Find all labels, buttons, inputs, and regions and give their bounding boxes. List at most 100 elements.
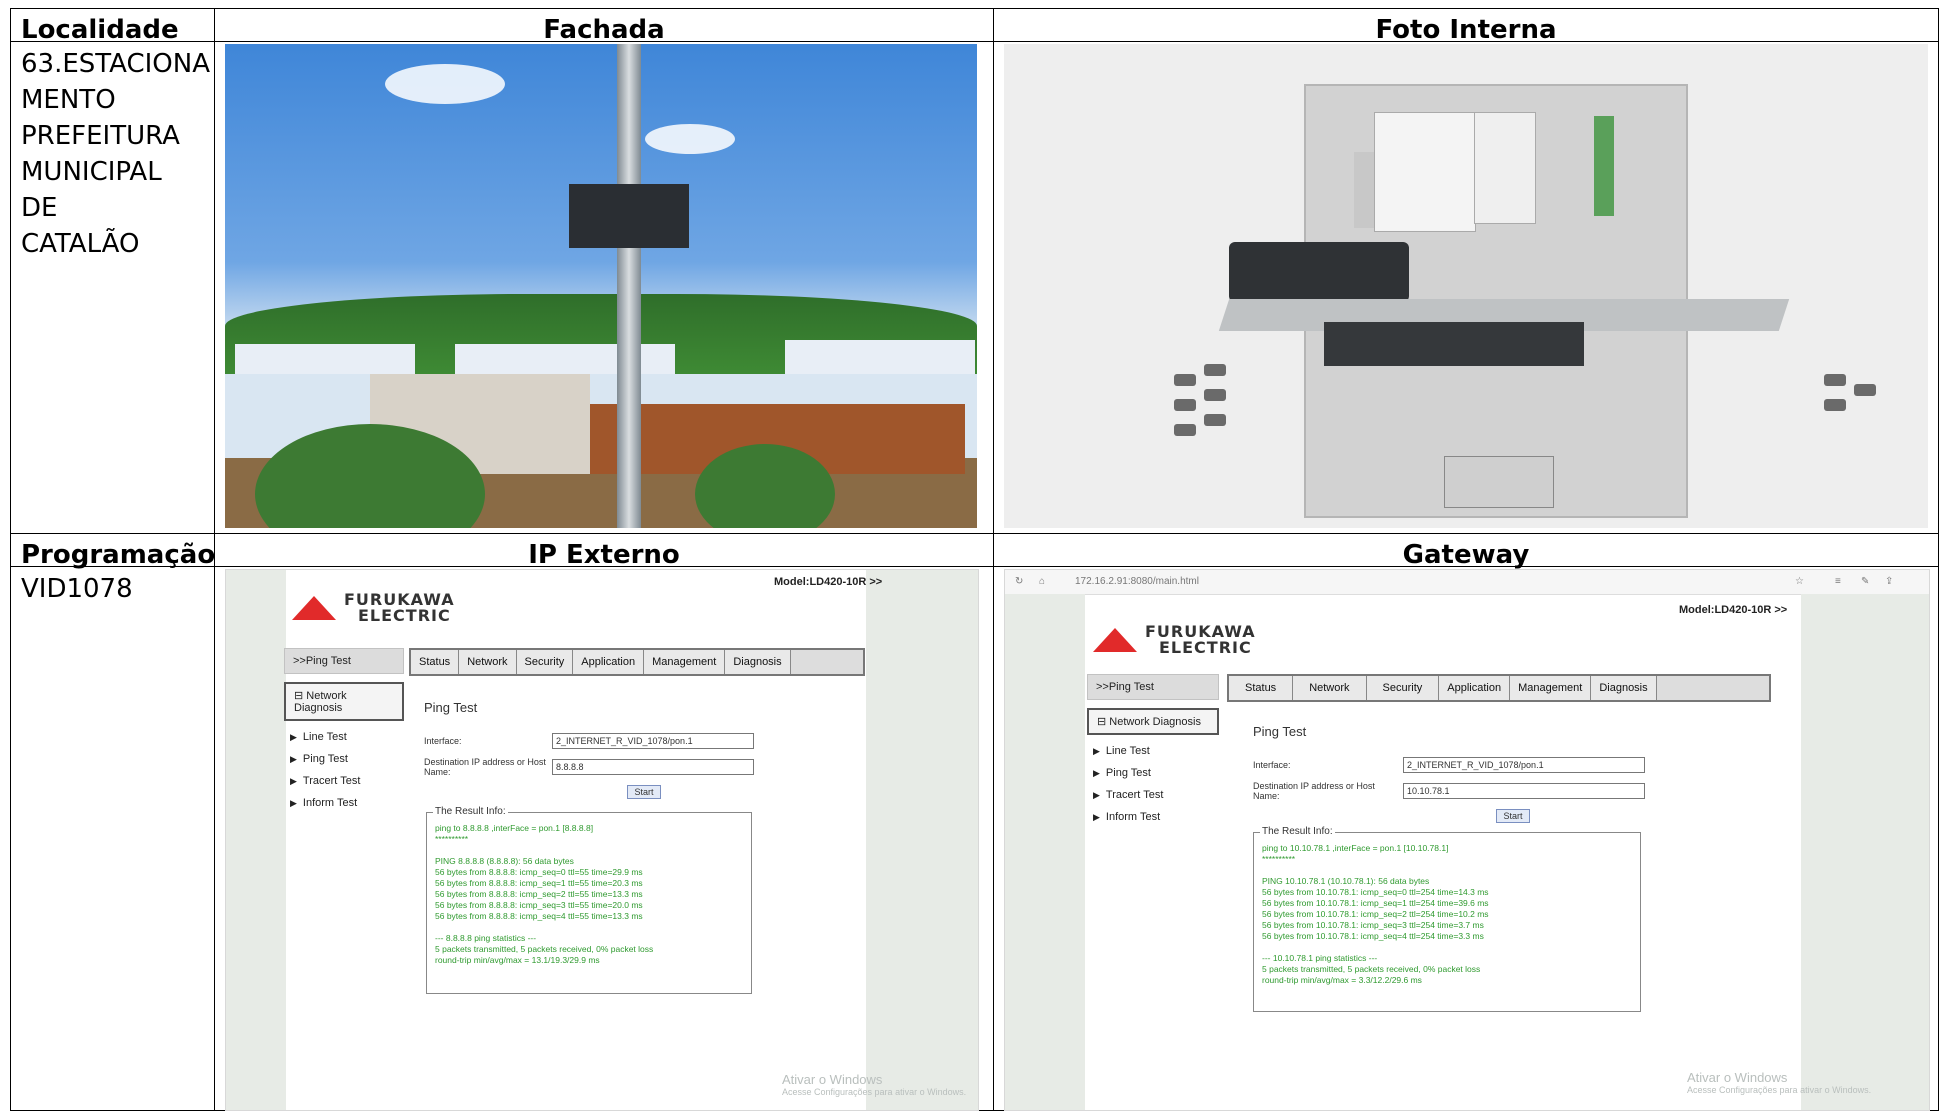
header-fachada: Fachada [214,8,994,45]
result-line [1262,865,1632,875]
result-line: --- 10.10.78.1 ping statistics --- [1262,953,1378,963]
nav-tracert-test[interactable]: Tracert Test [290,775,404,787]
result-line: ********** [1262,854,1296,864]
nav-tracert-test[interactable]: Tracert Test [1093,789,1219,801]
share-icon[interactable]: ⇪ [1885,576,1893,587]
panel-title: Ping Test [424,700,478,715]
model-label[interactable]: Model:LD420-10R >> [774,576,882,588]
result-line [1262,942,1632,952]
result-line: PING 10.10.78.1 (10.10.78.1): 56 data by… [1262,876,1430,886]
result-line: 56 bytes from 10.10.78.1: icmp_seq=2 ttl… [1262,909,1489,919]
tab-security[interactable]: Security [1366,676,1440,700]
ping-panel: Ping Test Interface: 2_INTERNET_R_VID_107… [1253,724,1773,823]
result-line: --- 8.8.8.8 ping statistics --- [435,933,537,943]
result-line [435,845,743,855]
result-line: 5 packets transmitted, 5 packets receive… [435,944,654,954]
tab-management[interactable]: Management [1510,676,1592,700]
nav-ping-test[interactable]: Ping Test [1093,767,1219,779]
windows-watermark: Ativar o Windows Acesse Configurações pa… [1687,1070,1872,1095]
result-line: round-trip min/avg/max = 13.1/19.3/29.9 … [435,955,600,965]
left-nav: >>Ping Test ⊟ Network Diagnosis Line Tes… [284,648,404,819]
windows-watermark: Ativar o Windows Acesse Configurações pa… [782,1072,967,1097]
tab-security[interactable]: Security [516,650,574,674]
nav-ping-test[interactable]: Ping Test [290,753,404,765]
cell-gateway: ↻ ⌂ 172.16.2.91:8080/main.html ☆ ≡ ✎ ⇪ F… [993,566,1939,1111]
document-table: Localidade Fachada Foto Interna 63.ESTAC… [10,8,1939,1111]
interface-select[interactable]: 2_INTERNET_R_VID_1078/pon.1 [552,733,754,749]
destination-label: Destination IP address or Host Name: [1253,781,1375,801]
result-line: ********** [435,834,469,844]
nav-line-test[interactable]: Line Test [290,731,404,743]
programacao-value: VID1078 [21,574,133,604]
browser-bar: ↻ ⌂ 172.16.2.91:8080/main.html ☆ ≡ ✎ ⇪ [1005,570,1929,595]
favorite-icon[interactable]: ☆ [1795,576,1804,587]
cell-programacao: VID1078 [10,566,215,1111]
result-line: 56 bytes from 8.8.8.8: icmp_seq=4 ttl=55… [435,911,643,921]
result-line: 56 bytes from 8.8.8.8: icmp_seq=2 ttl=55… [435,889,643,899]
tab-diagnosis[interactable]: Diagnosis [1591,676,1657,700]
start-button[interactable]: Start [627,785,661,799]
ip-externo-screenshot: FURUKAWA ELECTRIC Model:LD420-10R >> >>Pi… [225,569,979,1111]
result-legend: The Result Info: [433,806,508,817]
ping-test-nav[interactable]: >>Ping Test [1087,674,1219,700]
address-bar[interactable]: 172.16.2.91:8080/main.html [1075,576,1199,587]
top-tabs: Status Network Security Application Mana… [409,648,865,676]
result-line: PING 8.8.8.8 (8.8.8.8): 56 data bytes [435,856,574,866]
network-diagnosis-menu[interactable]: ⊟ Network Diagnosis [284,682,404,721]
result-line: 5 packets transmitted, 5 packets receive… [1262,964,1481,974]
nav-line-test[interactable]: Line Test [1093,745,1219,757]
result-line: 56 bytes from 10.10.78.1: icmp_seq=0 ttl… [1262,887,1489,897]
interface-label: Interface: [424,736,462,746]
header-localidade: Localidade [10,8,215,45]
result-line: 56 bytes from 10.10.78.1: icmp_seq=3 ttl… [1262,920,1484,930]
tab-network[interactable]: Network [459,650,517,674]
result-line: 56 bytes from 8.8.8.8: icmp_seq=3 ttl=55… [435,900,643,910]
destination-input[interactable]: 8.8.8.8 [552,759,754,775]
fachada-photo [225,44,977,528]
tab-diagnosis[interactable]: Diagnosis [725,650,791,674]
nav-inform-test[interactable]: Inform Test [290,797,404,809]
header-foto-interna: Foto Interna [993,8,1939,45]
result-legend: The Result Info: [1260,826,1335,837]
cell-foto-interna [993,41,1939,534]
nav-inform-test[interactable]: Inform Test [1093,811,1219,823]
start-button[interactable]: Start [1496,809,1530,823]
result-line: round-trip min/avg/max = 3.3/12.2/29.6 m… [1262,975,1422,985]
tab-status[interactable]: Status [411,650,460,674]
panel-title: Ping Test [1253,724,1307,739]
result-line [435,922,743,932]
cell-localidade: 63.ESTACIONA MENTO PREFEITURA MUNICIPAL … [10,41,215,534]
header-programacao: Programação [10,533,215,570]
foto-interna-photo [1004,44,1928,528]
cell-ip-externo: FURUKAWA ELECTRIC Model:LD420-10R >> >>Pi… [214,566,994,1111]
gateway-screenshot: ↻ ⌂ 172.16.2.91:8080/main.html ☆ ≡ ✎ ⇪ F… [1004,569,1930,1111]
ping-test-nav[interactable]: >>Ping Test [284,648,404,674]
destination-label: Destination IP address or Host Name: [424,757,546,777]
home-icon[interactable]: ⌂ [1039,576,1045,587]
result-line: ping to 8.8.8.8 ,interFace = pon.1 [8.8.… [435,823,594,833]
tab-management[interactable]: Management [644,650,726,674]
localidade-value: 63.ESTACIONA MENTO PREFEITURA MUNICIPAL … [21,49,210,259]
tab-status[interactable]: Status [1229,676,1294,700]
top-tabs: Status Network Security Application Mana… [1227,674,1771,702]
favorites-list-icon[interactable]: ≡ [1835,576,1841,587]
destination-input[interactable]: 10.10.78.1 [1403,783,1645,799]
interface-select[interactable]: 2_INTERNET_R_VID_1078/pon.1 [1403,757,1645,773]
header-gateway: Gateway [993,533,1939,570]
furukawa-logo: FURUKAWA ELECTRIC [292,592,455,624]
pen-icon[interactable]: ✎ [1861,576,1869,587]
furukawa-logo: FURUKAWA ELECTRIC [1093,624,1256,656]
network-diagnosis-menu[interactable]: ⊟ Network Diagnosis [1087,708,1219,735]
result-line: 56 bytes from 8.8.8.8: icmp_seq=1 ttl=55… [435,878,643,888]
model-label[interactable]: Model:LD420-10R >> [1679,604,1787,616]
tab-application[interactable]: Application [1439,676,1511,700]
result-line: ping to 10.10.78.1 ,interFace = pon.1 [1… [1262,843,1449,853]
tab-application[interactable]: Application [573,650,645,674]
result-box: The Result Info: ping to 8.8.8.8 ,interF… [426,806,752,994]
reload-icon[interactable]: ↻ [1015,576,1023,587]
interface-label: Interface: [1253,760,1291,770]
cell-fachada [214,41,994,534]
ping-panel: Ping Test Interface: 2_INTERNET_R_VID_107… [424,700,864,799]
result-line: 56 bytes from 10.10.78.1: icmp_seq=4 ttl… [1262,931,1484,941]
tab-network[interactable]: Network [1293,676,1367,700]
